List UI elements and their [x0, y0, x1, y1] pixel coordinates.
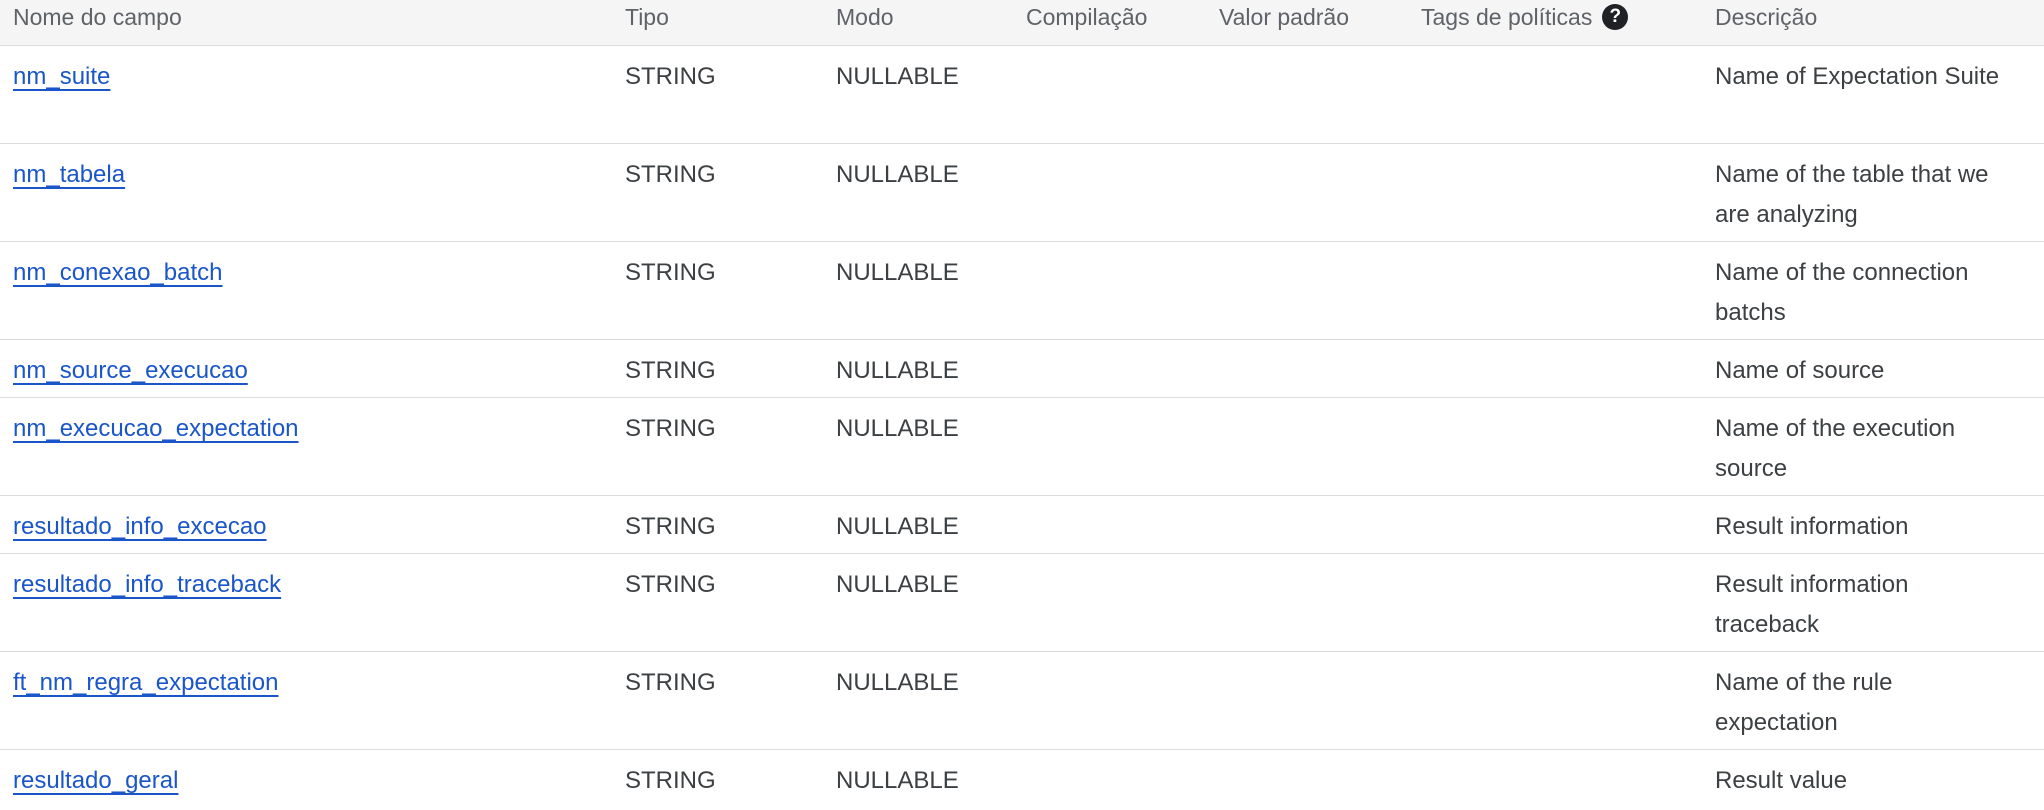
- field-type: STRING: [625, 161, 716, 188]
- column-header-mode[interactable]: Modo: [836, 0, 894, 45]
- field-type: STRING: [625, 767, 716, 794]
- help-circle-icon[interactable]: ?: [1602, 3, 1629, 30]
- field-type: STRING: [625, 513, 716, 540]
- field-mode: NULLABLE: [836, 161, 959, 188]
- field-description: Name of Expectation Suite: [1715, 63, 2000, 90]
- field-type: STRING: [625, 571, 716, 598]
- field-name-link[interactable]: nm_source_execucao: [13, 351, 248, 391]
- table-row: nm_suite STRING NULLABLE Name of Expecta…: [0, 46, 2044, 144]
- field-name-link[interactable]: nm_execucao_expectation: [13, 409, 299, 449]
- field-mode: NULLABLE: [836, 571, 959, 598]
- table-row: nm_execucao_expectation STRING NULLABLE …: [0, 398, 2044, 496]
- field-description: Name of the connection batchs: [1715, 259, 1969, 326]
- field-description: Name of source: [1715, 357, 1885, 384]
- field-type: STRING: [625, 415, 716, 442]
- field-description: Name of the rule expectation: [1715, 669, 1893, 736]
- column-header-description[interactable]: Descrição: [1715, 0, 1817, 45]
- column-header-type[interactable]: Tipo: [625, 0, 669, 45]
- table-row: nm_tabela STRING NULLABLE Name of the ta…: [0, 144, 2044, 242]
- field-name-link[interactable]: resultado_geral: [13, 761, 178, 801]
- column-header-name[interactable]: Nome do campo: [13, 0, 182, 45]
- field-description: Result information traceback: [1715, 571, 1909, 638]
- field-description: Result information: [1715, 513, 1909, 540]
- column-header-policy-tags: Tags de políticas?: [1421, 0, 1629, 45]
- column-header-compilation[interactable]: Compilação: [1026, 0, 1147, 45]
- field-description: Name of the table that we are analyzing: [1715, 161, 1989, 228]
- field-mode: NULLABLE: [836, 357, 959, 384]
- table-row: ft_nm_regra_expectation STRING NULLABLE …: [0, 652, 2044, 750]
- field-name-link[interactable]: resultado_info_traceback: [13, 565, 281, 605]
- table-row: resultado_info_excecao STRING NULLABLE R…: [0, 496, 2044, 554]
- table-row: resultado_info_traceback STRING NULLABLE…: [0, 554, 2044, 652]
- field-type: STRING: [625, 259, 716, 286]
- table-row: resultado_geral STRING NULLABLE Result v…: [0, 750, 2044, 810]
- field-description: Result value: [1715, 767, 1848, 794]
- field-mode: NULLABLE: [836, 767, 959, 794]
- field-mode: NULLABLE: [836, 63, 959, 90]
- field-description: Name of the execution source: [1715, 415, 1956, 482]
- field-name-link[interactable]: nm_suite: [13, 57, 110, 97]
- field-mode: NULLABLE: [836, 513, 959, 540]
- field-mode: NULLABLE: [836, 415, 959, 442]
- field-name-link[interactable]: nm_tabela: [13, 155, 125, 195]
- field-name-link[interactable]: resultado_info_excecao: [13, 507, 267, 547]
- field-type: STRING: [625, 357, 716, 384]
- field-mode: NULLABLE: [836, 259, 959, 286]
- table-row: nm_conexao_batch STRING NULLABLE Name of…: [0, 242, 2044, 340]
- schema-table: Nome do campo Tipo Modo Compilação Valor…: [0, 0, 2044, 810]
- field-mode: NULLABLE: [836, 669, 959, 696]
- field-name-link[interactable]: ft_nm_regra_expectation: [13, 663, 279, 703]
- policy-tags-label: Tags de políticas: [1421, 4, 1593, 30]
- field-type: STRING: [625, 63, 716, 90]
- field-name-link[interactable]: nm_conexao_batch: [13, 253, 222, 293]
- field-type: STRING: [625, 669, 716, 696]
- table-row: nm_source_execucao STRING NULLABLE Name …: [0, 340, 2044, 398]
- column-header-default-value[interactable]: Valor padrão: [1219, 0, 1349, 45]
- table-header: Nome do campo Tipo Modo Compilação Valor…: [0, 0, 2044, 46]
